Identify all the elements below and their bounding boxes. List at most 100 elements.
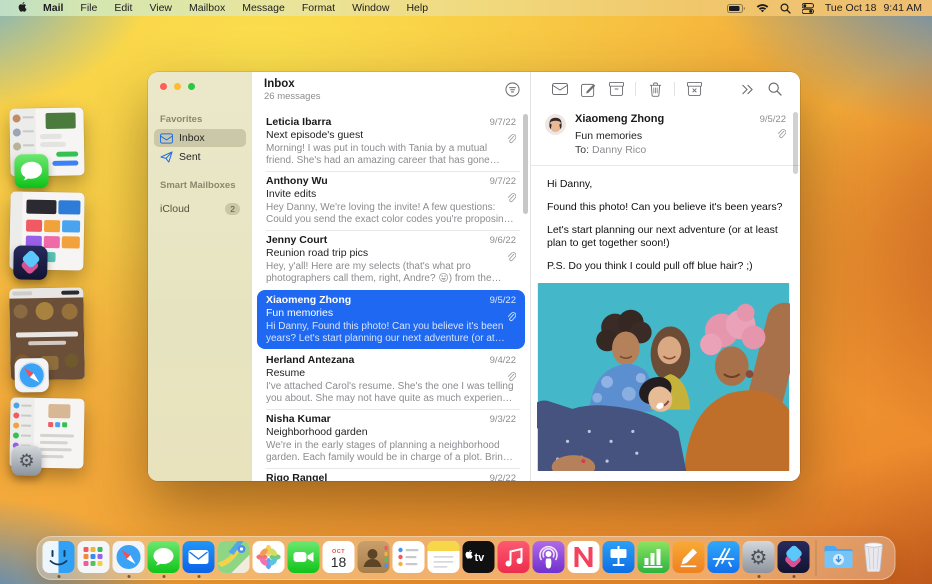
message-list-item[interactable]: Herland Antezana 9/4/22 Resume I've atta… [252, 350, 530, 409]
menu-item[interactable]: Mailbox [189, 2, 225, 14]
stage-thumbnail-safari[interactable] [9, 287, 85, 380]
dock-item-launchpad[interactable] [78, 541, 110, 578]
message-subject: Resume [266, 367, 305, 380]
apple-menu-icon[interactable] [18, 2, 29, 14]
sender-avatar[interactable] [545, 114, 566, 135]
dock-item-shortcuts[interactable] [778, 541, 810, 578]
dock-item-mail[interactable] [183, 541, 215, 578]
sidebar-item-icloud[interactable]: iCloud 2 [154, 200, 246, 218]
message-subject: Next episode's guest [266, 129, 363, 142]
message-body: Hi Danny,Found this photo! Can you belie… [531, 166, 800, 273]
dock-item-calendar[interactable]: OCT 18 [323, 541, 355, 578]
dock-item-apple-tv[interactable]: tv [463, 541, 495, 578]
list-scrollbar[interactable] [523, 114, 528, 214]
message-paragraph: Let's start planning our next adventure … [547, 224, 784, 250]
mailbox-title: Inbox [264, 78, 321, 90]
dock-item-contacts[interactable] [358, 541, 390, 578]
dock-item-pages[interactable] [673, 541, 705, 578]
battery-icon[interactable] [727, 4, 745, 13]
message-date: 9/2/22 [490, 473, 516, 481]
menu-clock[interactable]: Tue Oct 18 9:41 AM [825, 2, 922, 14]
message-sender: Herland Antezana [266, 354, 354, 367]
archive-button[interactable] [603, 78, 629, 100]
delete-button[interactable] [642, 78, 668, 100]
message-list-item[interactable]: Nisha Kumar 9/3/22 Neighborhood garden W… [252, 409, 530, 468]
menu-item[interactable]: Window [352, 2, 389, 14]
mark-unread-button[interactable] [547, 78, 573, 100]
filter-button[interactable] [505, 82, 520, 106]
search-icon[interactable] [780, 3, 791, 14]
toolbar-separator [635, 82, 636, 96]
archive-icon [609, 82, 624, 96]
recipient-name[interactable]: Danny Rico [592, 144, 646, 156]
dock-item-music[interactable] [498, 541, 530, 578]
dock-item-safari[interactable] [113, 541, 145, 578]
message-date: 9/4/22 [490, 355, 516, 366]
dock-item-notes[interactable] [428, 541, 460, 578]
message-subject: Fun memories [575, 129, 642, 143]
menu-item[interactable]: Mail [43, 2, 63, 14]
menu-item[interactable]: Edit [114, 2, 132, 14]
dock-item-finder[interactable] [43, 541, 75, 578]
message-list-item[interactable]: Rigo Rangel 9/2/22 Park Photos Hi Danny,… [252, 468, 530, 481]
message-date: 9/7/22 [490, 117, 516, 128]
menu-items: Mail File Edit View Mailbox Message Format Wind… [43, 2, 428, 14]
message-preview: Hi Danny, Found this photo! Can you beli… [266, 321, 516, 344]
reading-pane: Xiaomeng Zhong 9/5/22 Fun memories To: D… [531, 72, 800, 481]
minimize-window-button[interactable] [174, 83, 181, 90]
attachment-paperclip-icon [777, 126, 786, 136]
menu-item[interactable]: Message [242, 2, 285, 14]
dock-item-photos[interactable] [253, 541, 285, 578]
stage-thumbnail-messages[interactable] [9, 107, 84, 176]
gear-icon: ⚙ [750, 545, 768, 570]
menu-item[interactable]: File [80, 2, 97, 14]
attachment-photo[interactable] [537, 283, 790, 471]
attachment-paperclip-icon [507, 190, 516, 200]
dock-item-reminders[interactable] [393, 541, 425, 578]
more-toolbar-button[interactable] [734, 78, 760, 100]
dock-item-news[interactable] [568, 541, 600, 578]
wifi-icon[interactable] [756, 3, 769, 13]
message-date: 9/3/22 [490, 414, 516, 425]
search-icon [768, 82, 782, 96]
message-list: Leticia Ibarra 9/7/22 Next episode's gue… [252, 112, 530, 481]
dock-item-downloads[interactable] [823, 541, 855, 578]
dock-item-podcasts[interactable] [533, 541, 565, 578]
menu-item[interactable]: Format [302, 2, 335, 14]
stage-thumbnail-shortcuts[interactable] [9, 191, 84, 270]
filter-icon [505, 82, 520, 97]
menu-item[interactable]: View [149, 2, 172, 14]
inbox-envelope-icon [160, 133, 173, 144]
dock-item-keynote[interactable] [603, 541, 635, 578]
compose-button[interactable] [575, 78, 601, 100]
menu-item[interactable]: Help [406, 2, 428, 14]
dock-item-app-store[interactable] [708, 541, 740, 578]
message-list-item[interactable]: Anthony Wu 9/7/22 Invite edits Hey Danny… [252, 171, 530, 230]
message-list-item[interactable]: Leticia Ibarra 9/7/22 Next episode's gue… [252, 112, 530, 171]
music-icon [498, 541, 530, 573]
junk-button[interactable] [681, 78, 707, 100]
message-sender: Leticia Ibarra [266, 116, 331, 129]
sidebar-item-inbox[interactable]: Inbox [154, 129, 246, 147]
stage-thumbnail-settings[interactable]: ⚙ [9, 397, 84, 468]
unread-envelope-icon [552, 83, 568, 95]
menu-bar: Mail File Edit View Mailbox Message Format Wind… [0, 0, 932, 16]
dock-item-system-settings[interactable]: ⚙ [743, 541, 775, 578]
control-center-icon[interactable] [802, 3, 814, 14]
message-date: 9/5/22 [760, 114, 786, 125]
search-button[interactable] [762, 78, 788, 100]
reading-scrollbar[interactable] [793, 112, 798, 174]
contacts-icon [358, 541, 390, 573]
dock-item-facetime[interactable] [288, 541, 320, 578]
message-list-item[interactable]: Xiaomeng Zhong 9/5/22 Fun memories Hi Da… [257, 290, 525, 349]
sidebar-item-sent[interactable]: Sent [154, 148, 246, 166]
dock-item-maps[interactable] [218, 541, 250, 578]
zoom-window-button[interactable] [188, 83, 195, 90]
dock-item-trash[interactable] [858, 541, 890, 578]
attachment-paperclip-icon [507, 249, 516, 259]
close-window-button[interactable] [160, 83, 167, 90]
dock-item-numbers[interactable] [638, 541, 670, 578]
dock-item-messages[interactable] [148, 541, 180, 578]
mail-window: Favorites Inbox Sent Smart Mailboxes iCl… [148, 72, 800, 481]
message-list-item[interactable]: Jenny Court 9/6/22 Reunion road trip pic… [252, 230, 530, 289]
